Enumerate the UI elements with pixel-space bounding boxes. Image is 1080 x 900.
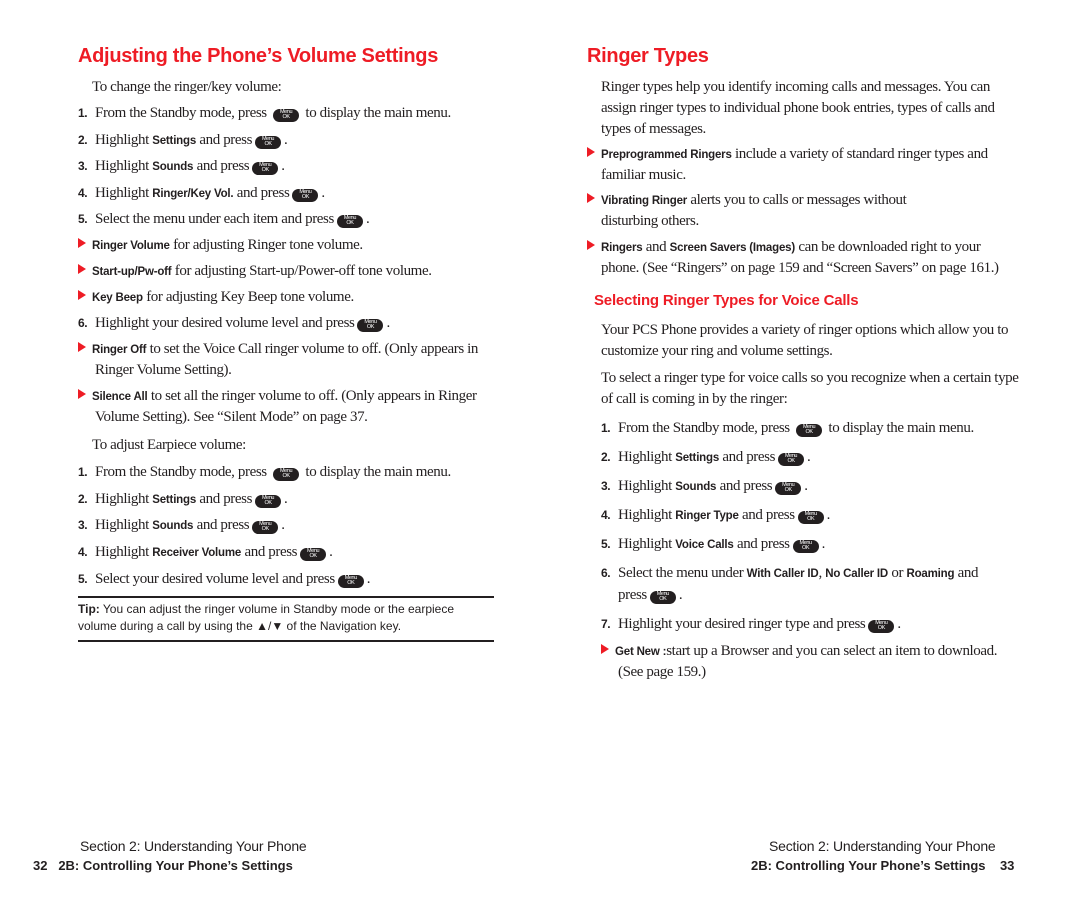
step-a-5: 5. Select the menu under each item and pr… xyxy=(78,211,370,228)
rt-step-6-cont: press Menu OK. xyxy=(618,587,683,604)
step-a-1: 1. From the Standby mode, press Menu OK to… xyxy=(78,105,451,122)
menu-ok-key-icon: Menu OK xyxy=(357,318,384,332)
rt-step-3: 3. Highlight Sounds and press Menu OK. xyxy=(601,478,808,495)
bullet-triangle-icon xyxy=(78,264,86,274)
menu-ok-key-icon: Menu OK xyxy=(775,481,802,495)
menu-ok-key-icon: Menu OK xyxy=(796,423,823,437)
para1-line-2: customize your ring and volume settings. xyxy=(601,343,833,359)
rt-step-5: 5. Highlight Voice Calls and press Menu OK. xyxy=(601,536,825,553)
rt-step-4: 4. Highlight Ringer Type and press Menu OK. xyxy=(601,507,831,524)
bullet-get-new-cont: (See page 159.) xyxy=(618,664,706,680)
step-b-4: 4. Highlight Receiver Volume and press Men… xyxy=(78,544,333,561)
right-footer-chapter: 2B: Controlling Your Phone’s Settings 33 xyxy=(751,858,1015,873)
intro-line-1: Ringer types help you identify incoming … xyxy=(601,79,990,95)
menu-ok-key-icon: Menu OK xyxy=(649,590,676,604)
tip-line-1: Tip: You can adjust the ringer volume in… xyxy=(78,602,455,616)
menu-ok-key-icon: Menu OK xyxy=(252,520,279,534)
menu-ok-key-icon: Menu OK xyxy=(797,510,824,524)
menu-ok-key-icon: Menu OK xyxy=(255,135,282,149)
menu-ok-key-icon: Menu OK xyxy=(300,547,327,561)
bullet-triangle-icon xyxy=(78,342,86,352)
intro-earpiece: To adjust Earpiece volume: xyxy=(92,437,246,453)
bullet-startup-pwoff: Start-up/Pw-off for adjusting Start-up/P… xyxy=(78,261,432,283)
step-b-2: 2. Highlight Settings and press Menu OK. xyxy=(78,491,288,508)
menu-ok-key-icon: Menu OK xyxy=(337,574,364,588)
step-b-5: 5. Select your desired volume level and p… xyxy=(78,571,371,588)
tip-label: Tip: xyxy=(78,602,100,616)
bullet-triangle-icon xyxy=(78,290,86,300)
bullet-vibrating: Vibrating Ringer alerts you to calls or … xyxy=(587,190,907,212)
step-b-1: 1. From the Standby mode, press Menu OK to… xyxy=(78,464,451,481)
menu-ok-key-icon: Menu OK xyxy=(778,452,805,466)
bullet-vibrating-cont: disturbing others. xyxy=(601,213,699,229)
bullet-downloads: Ringers and Screen Savers (Images) can b… xyxy=(587,237,981,259)
menu-ok-key-icon: Menu OK xyxy=(255,494,282,508)
menu-ok-key-icon: Menu OK xyxy=(792,539,819,553)
bullet-ringer-volume: Ringer Volume for adjusting Ringer tone … xyxy=(78,235,363,257)
bullet-silence-all-cont: Volume Setting). See “Silent Mode” on pa… xyxy=(95,409,368,425)
subheading-voice-calls: Selecting Ringer Types for Voice Calls xyxy=(594,292,859,309)
bullet-triangle-icon xyxy=(587,193,595,203)
bullet-silence-all: Silence All to set all the ringer volume… xyxy=(78,386,477,408)
bullet-triangle-icon xyxy=(587,147,595,157)
left-page-title: Adjusting the Phone’s Volume Settings xyxy=(78,45,439,67)
menu-ok-key-icon: Menu OK xyxy=(273,108,300,122)
menu-ok-key-icon: Menu OK xyxy=(292,188,319,202)
step-a-2: 2. Highlight Settings and press Menu OK. xyxy=(78,132,288,149)
right-page-number: 33 xyxy=(999,858,1015,873)
bullet-preprogrammed-cont: familiar music. xyxy=(601,167,686,183)
bullet-ringer-off-cont: Ringer Volume Setting). xyxy=(95,362,232,378)
left-footer-chapter: 32 2B: Controlling Your Phone’s Settings xyxy=(33,858,293,873)
bullet-triangle-icon xyxy=(587,240,595,250)
menu-ok-key-icon: Menu OK xyxy=(336,214,363,228)
left-footer-section: Section 2: Understanding Your Phone xyxy=(80,838,307,854)
bullet-triangle-icon xyxy=(78,238,86,248)
bullet-triangle-icon xyxy=(601,644,609,654)
bullet-ringer-off: Ringer Off to set the Voice Call ringer … xyxy=(78,339,478,361)
bullet-downloads-cont: phone. (See “Ringers” on page 159 and “S… xyxy=(601,260,999,276)
intro-ringer: To change the ringer/key volume: xyxy=(92,79,282,95)
step-a-4: 4. Highlight Ringer/Key Vol. and press Men… xyxy=(78,185,325,202)
tip-line-2: volume during a call by using the ▲/▼ of… xyxy=(78,619,402,633)
menu-ok-key-icon: Menu OK xyxy=(252,161,279,175)
right-footer-section: Section 2: Understanding Your Phone xyxy=(769,838,996,854)
step-a-3: 3. Highlight Sounds and press Menu OK. xyxy=(78,158,285,175)
menu-ok-key-icon: Menu OK xyxy=(273,467,300,481)
bullet-preprogrammed: Preprogrammed Ringers include a variety … xyxy=(587,144,988,166)
step-a-6: 6. Highlight your desired volume level an… xyxy=(78,315,390,332)
rt-step-7: 7. Highlight your desired ringer type and… xyxy=(601,616,901,633)
right-page-title: Ringer Types xyxy=(587,45,709,67)
bullet-get-new: Get New :start up a Browser and you can … xyxy=(601,641,998,663)
intro-line-3: types of messages. xyxy=(601,121,706,137)
tip-box: Tip: You can adjust the ringer volume in… xyxy=(78,596,494,642)
left-page-number: 32 xyxy=(33,858,48,873)
para2-line-2: of call is coming in by the ringer: xyxy=(601,391,788,407)
bullet-triangle-icon xyxy=(78,389,86,399)
bullet-key-beep: Key Beep for adjusting Key Beep tone vol… xyxy=(78,287,354,309)
rt-step-1: 1. From the Standby mode, press Menu OK to… xyxy=(601,420,974,437)
rt-step-2: 2. Highlight Settings and press Menu OK. xyxy=(601,449,811,466)
menu-ok-key-icon: Menu OK xyxy=(868,619,895,633)
para1-line-1: Your PCS Phone provides a variety of rin… xyxy=(601,322,1009,338)
intro-line-2: assign ringer types to individual phone … xyxy=(601,100,995,116)
step-b-3: 3. Highlight Sounds and press Menu OK. xyxy=(78,517,285,534)
rt-step-6: 6. Select the menu under With Caller ID, … xyxy=(601,565,979,581)
para2-line-1: To select a ringer type for voice calls … xyxy=(601,370,1019,386)
